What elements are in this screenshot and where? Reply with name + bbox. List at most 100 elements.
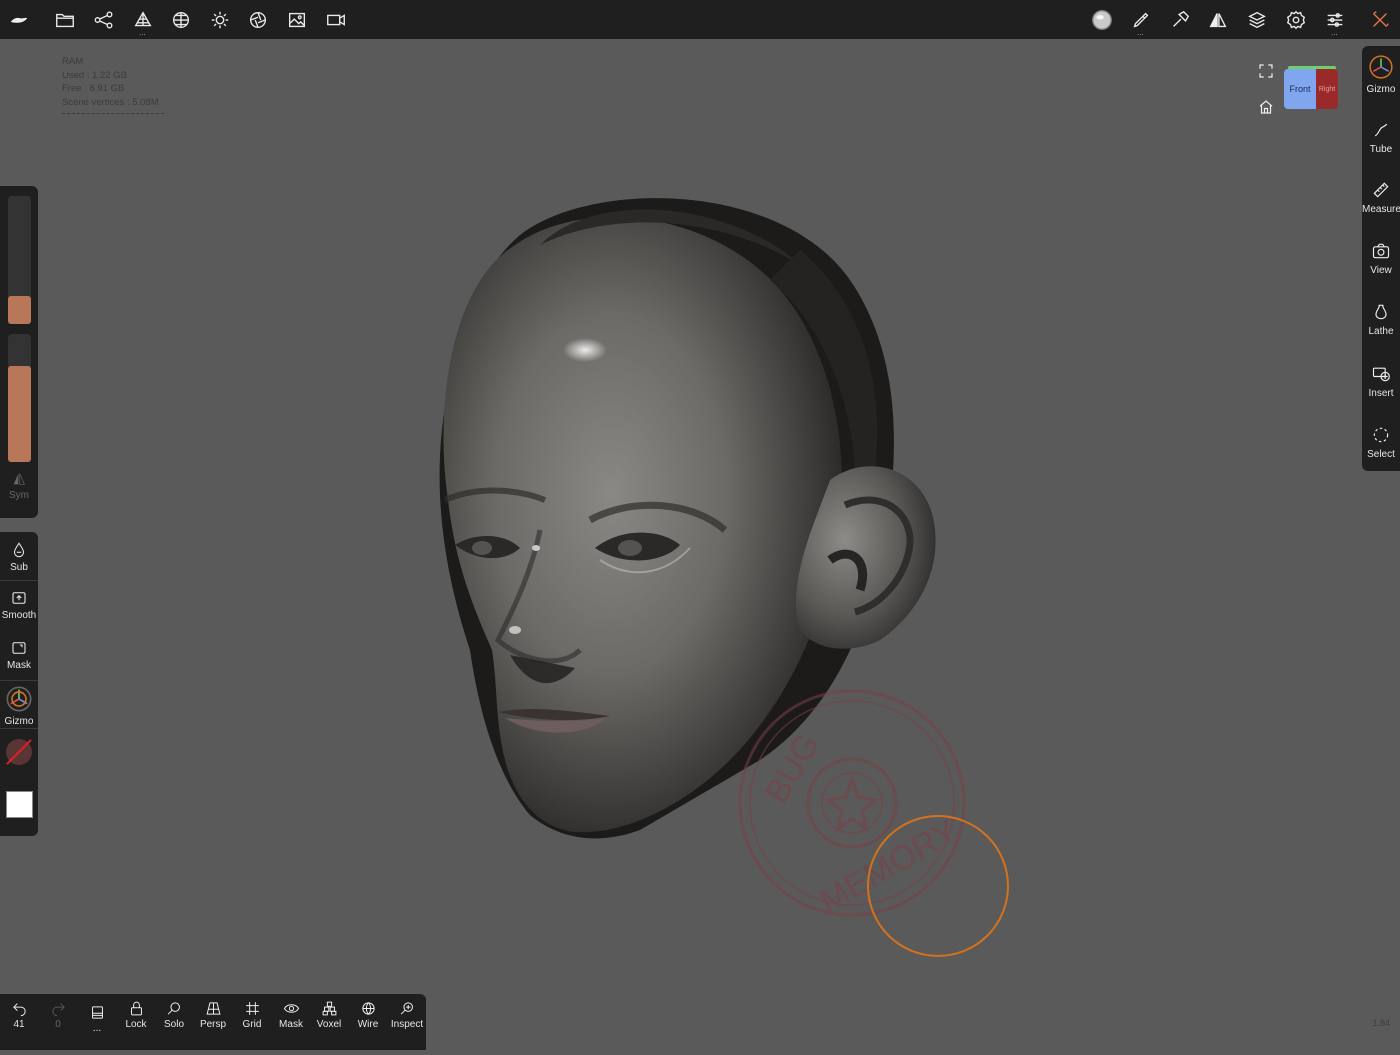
voxel-button[interactable]: Voxel (310, 1000, 348, 1030)
sub-label: Sub (10, 562, 28, 573)
right-tool-view[interactable]: View (1362, 241, 1400, 276)
undo-button[interactable]: 41 (0, 1000, 38, 1030)
voxel-cubes-icon (322, 1001, 336, 1016)
gizmo-icon (1369, 55, 1393, 79)
smooth-icon (12, 592, 26, 604)
grid-button[interactable]: Grid (233, 1000, 271, 1030)
topology-icon[interactable]: ... (130, 7, 156, 37)
grid-label: Grid (242, 1019, 262, 1030)
folder-icon[interactable] (52, 7, 78, 33)
sub-toggle[interactable]: Sub (0, 541, 38, 573)
persp-label: Persp (199, 1019, 227, 1030)
tube-icon (1374, 123, 1388, 137)
history-more-button[interactable]: ... (78, 1004, 116, 1034)
camera-video-icon[interactable] (323, 7, 349, 33)
wireframe-sphere-icon (361, 1002, 375, 1015)
magnifier-icon (167, 1002, 180, 1015)
gizmo-tool[interactable]: Gizmo (0, 685, 38, 727)
tube-label: Tube (1369, 144, 1393, 155)
image-icon[interactable] (284, 7, 310, 33)
sliders-icon[interactable]: ... (1322, 7, 1348, 37)
hammer-icon[interactable] (1167, 7, 1193, 33)
material-sphere-icon[interactable] (168, 7, 194, 33)
redo-count: 0 (55, 1019, 61, 1030)
settings-icon[interactable] (1283, 7, 1309, 33)
gizmo-label: Gizmo (4, 716, 34, 727)
fullscreen-icon[interactable] (1257, 62, 1275, 85)
solo-label: Solo (163, 1019, 184, 1030)
divider (0, 680, 38, 681)
home-icon[interactable] (1257, 98, 1275, 121)
right-tool-measure[interactable]: Measure (1362, 180, 1400, 215)
gizmo-icon (6, 686, 32, 712)
intensity-slider-fill (8, 366, 31, 462)
insert-label: Insert (1368, 388, 1394, 399)
ram-free: Free : 6.91 GB (62, 83, 125, 95)
lock-icon (130, 1001, 142, 1016)
lock-label: Lock (125, 1019, 147, 1030)
eye-icon (283, 1004, 299, 1013)
perspective-icon (205, 1002, 221, 1015)
inspect-icon (400, 1002, 413, 1015)
undo-count: 41 (13, 1019, 25, 1030)
persp-button[interactable]: Persp (194, 1000, 232, 1030)
smooth-tool[interactable]: Smooth (0, 589, 38, 621)
layers-icon[interactable] (1244, 7, 1270, 33)
mask-visibility-label: Mask (279, 1019, 303, 1030)
divider (0, 728, 38, 729)
insert-icon (1372, 367, 1390, 382)
inspect-label: Inspect (390, 1019, 424, 1030)
wire-button[interactable]: Wire (349, 1000, 387, 1030)
scene-graph-icon[interactable] (91, 7, 117, 33)
matcap-sphere-icon[interactable] (1089, 7, 1115, 33)
viewcube-right-face[interactable]: Right (1316, 69, 1338, 109)
right-tool-panel: Gizmo Tube Measure View Lathe Insert Sel… (1362, 46, 1400, 471)
solo-button[interactable]: Solo (155, 1000, 193, 1030)
right-tool-gizmo[interactable]: Gizmo (1362, 54, 1400, 95)
light-icon[interactable] (207, 7, 233, 33)
mask-visibility-button[interactable]: Mask (272, 1000, 310, 1030)
top-toolbar: ... ... ... (0, 0, 1400, 39)
intensity-slider[interactable] (8, 334, 31, 462)
3d-viewport[interactable]: BUG MEMORY (0, 39, 1400, 1050)
symmetry-toggle[interactable]: Sym (0, 471, 38, 501)
menu-logo-icon[interactable] (6, 7, 32, 33)
sym-label: Sym (9, 490, 29, 501)
grid-icon (245, 1002, 259, 1015)
sculpted-head-model[interactable]: BUG MEMORY (0, 39, 1400, 1050)
scene-vertices: Scene vertices : 5.08M (62, 97, 159, 109)
paint-color-swatch[interactable] (6, 791, 33, 818)
measure-label: Measure (1362, 204, 1400, 215)
material-color-swatch[interactable] (5, 738, 33, 766)
viewcube-front-face[interactable]: Front (1284, 69, 1316, 109)
mask-tool[interactable]: Mask (0, 639, 38, 671)
lathe-label: Lathe (1368, 326, 1394, 337)
lock-button[interactable]: Lock (117, 1000, 155, 1030)
redo-button[interactable]: 0 (39, 1000, 77, 1030)
no-material-icon (6, 739, 32, 765)
bottom-toolbar: 41 0 ... Lock Solo Persp Grid Mask Voxel… (0, 994, 426, 1050)
mask-label: Mask (7, 660, 31, 671)
ram-title: RAM (62, 56, 84, 67)
camera-icon (1372, 243, 1390, 259)
smooth-label: Smooth (1, 610, 37, 621)
left-tool-panel: Sub Smooth Mask Gizmo (0, 532, 38, 836)
more-label: ... (92, 1023, 102, 1034)
right-tool-lathe[interactable]: Lathe (1362, 302, 1400, 337)
right-tool-insert[interactable]: Insert (1362, 364, 1400, 399)
ram-divider (62, 112, 164, 114)
right-tool-tube[interactable]: Tube (1362, 120, 1400, 155)
lasso-select-icon (1373, 427, 1389, 443)
radius-slider[interactable] (8, 196, 31, 324)
select-label: Select (1367, 449, 1395, 460)
brush-icon[interactable]: ... (1128, 7, 1154, 37)
aperture-icon[interactable] (245, 7, 271, 33)
left-slider-panel: Sym (0, 186, 38, 518)
history-list-icon (91, 1006, 103, 1019)
symmetry-icon[interactable] (1205, 7, 1231, 33)
inspect-button[interactable]: Inspect (388, 1000, 426, 1030)
right-tool-select[interactable]: Select (1362, 425, 1400, 460)
radius-slider-fill (8, 296, 31, 324)
tools-cross-icon[interactable] (1367, 7, 1393, 33)
version-label: 1.84 (1372, 1018, 1390, 1028)
